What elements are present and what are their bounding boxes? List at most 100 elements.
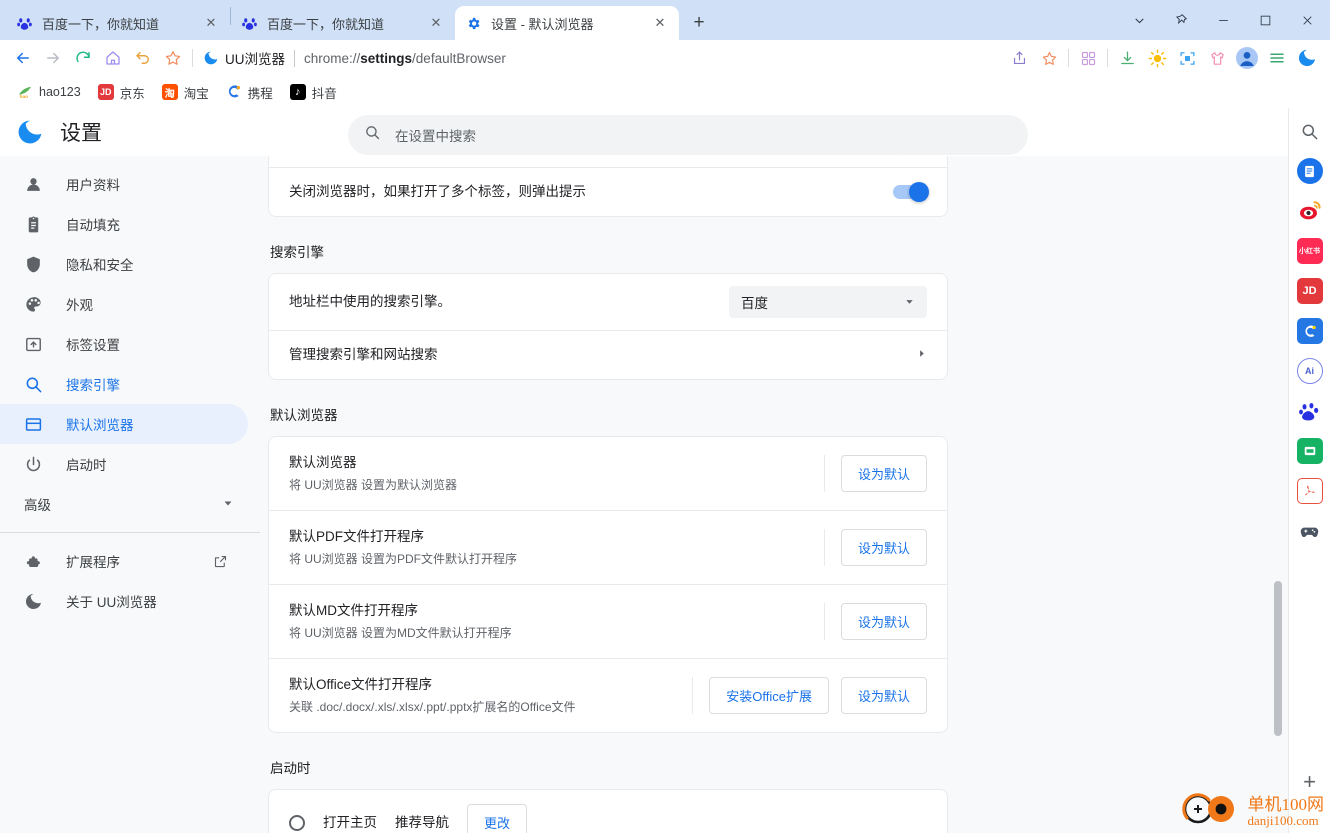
note-icon[interactable]: [1296, 438, 1323, 464]
main-menu-icon[interactable]: [1262, 43, 1292, 73]
xiaohongshu-icon[interactable]: 小红书: [1296, 238, 1323, 264]
pin-window-icon[interactable]: [1160, 0, 1202, 40]
sidebar-item-about[interactable]: 关于 UU浏览器: [0, 581, 248, 621]
sidebar-item-extensions[interactable]: 扩展程序: [0, 541, 248, 581]
setting-row-startup-homepage[interactable]: 打开主页 推荐导航 更改: [269, 790, 947, 833]
search-engine-select[interactable]: 百度: [729, 286, 927, 318]
browser-tab[interactable]: 百度一下，你就知道 ✕: [6, 6, 230, 40]
uu-browser-logo-icon[interactable]: [1292, 43, 1322, 73]
close-window-icon[interactable]: [1286, 0, 1328, 40]
sidebar-item-label: 自动填充: [66, 218, 120, 233]
row-actions: 设为默认: [823, 529, 927, 566]
row-text: 关闭最后一个标签的关闭浏览器: [289, 156, 893, 159]
open-external-icon[interactable]: [210, 554, 228, 569]
bookmark-item[interactable]: hao hao123: [10, 80, 88, 104]
minimize-window-icon[interactable]: [1202, 0, 1244, 40]
sidebar-item-default-browser[interactable]: 默认浏览器: [0, 404, 248, 444]
sidebar-item-profile[interactable]: 用户资料: [0, 164, 248, 204]
back-button[interactable]: [8, 43, 38, 73]
change-startup-button[interactable]: 更改: [467, 804, 528, 833]
bookmark-item[interactable]: JD 京东: [91, 79, 152, 106]
row-subtitle: 关联 .doc/.docx/.xls/.xlsx/.ppt/.pptx扩展名的O…: [289, 700, 576, 714]
maximize-window-icon[interactable]: [1244, 0, 1286, 40]
default-browser-card: 默认浏览器 将 UU浏览器 设置为默认浏览器 设为默认 默认PDF文件打开程序: [268, 436, 948, 733]
sidebar-item-label: 扩展程序: [66, 555, 120, 570]
add-rail-item-button[interactable]: +: [1303, 769, 1316, 795]
omnibox-divider: [294, 49, 295, 67]
address-bar[interactable]: UU浏览器 chrome://settings/defaultBrowser: [203, 43, 998, 73]
tab-close-icon[interactable]: ✕: [202, 14, 220, 32]
radio-button-open-homepage[interactable]: [289, 814, 305, 831]
settings-header: 设置 在设置中搜索: [0, 108, 1288, 156]
search-placeholder: 在设置中搜索: [395, 129, 476, 144]
setting-row-omnibox-engine[interactable]: 地址栏中使用的搜索引擎。 百度: [269, 274, 947, 330]
ai-icon[interactable]: Ai: [1296, 358, 1323, 384]
tab-close-icon[interactable]: ✕: [651, 14, 669, 32]
sidebar-item-privacy[interactable]: 隐私和安全: [0, 244, 248, 284]
reload-button[interactable]: [68, 43, 98, 73]
home-button[interactable]: [98, 43, 128, 73]
download-icon[interactable]: [1112, 43, 1142, 73]
profile-avatar-icon[interactable]: [1232, 43, 1262, 73]
jd-icon[interactable]: JD: [1296, 278, 1323, 304]
tab-close-icon[interactable]: ✕: [427, 14, 445, 32]
pdf-icon[interactable]: [1296, 478, 1323, 504]
setting-row-close-prompt[interactable]: 关闭浏览器时，如果打开了多个标签，则弹出提示: [269, 167, 947, 216]
theme-sun-icon[interactable]: [1142, 43, 1172, 73]
chevron-right-icon: [916, 348, 927, 362]
row-title: 地址栏中使用的搜索引擎。: [289, 294, 451, 309]
set-default-button[interactable]: 设为默认: [840, 455, 927, 492]
install-office-extension-button[interactable]: 安装Office扩展: [709, 677, 829, 714]
ctrip-icon[interactable]: [1296, 318, 1323, 344]
baidu-icon[interactable]: [1297, 398, 1323, 424]
bookmark-item[interactable]: 携程: [219, 79, 280, 106]
sidebar-item-autofill[interactable]: 自动填充: [0, 204, 248, 244]
browser-tab-active[interactable]: 设置 - 默认浏览器 ✕: [455, 6, 679, 40]
settings-page: 设置 在设置中搜索 用户资料 自动填充 隐私和安全 外观 标签设置 搜索引擎 默…: [0, 108, 1288, 833]
sidebar-item-tabs[interactable]: 标签设置: [0, 324, 248, 364]
weibo-icon[interactable]: [1297, 198, 1323, 224]
startup-card: 打开主页 推荐导航 更改: [268, 789, 948, 833]
set-default-button[interactable]: 设为默认: [840, 603, 927, 640]
tab-list-chevron-icon[interactable]: [1118, 0, 1160, 40]
set-default-button[interactable]: 设为默认: [840, 529, 927, 566]
right-sidebar-rail: 小红书 JD Ai +: [1288, 108, 1330, 833]
screenshot-icon[interactable]: [1172, 43, 1202, 73]
douyin-icon: ♪: [289, 84, 306, 100]
toggle-switch[interactable]: [893, 182, 929, 202]
new-tab-button[interactable]: +: [685, 9, 713, 37]
sidebar-advanced-toggle[interactable]: 高级: [0, 484, 260, 524]
forward-button[interactable]: [38, 43, 68, 73]
undo-button[interactable]: [128, 43, 158, 73]
tabs-settings-card: 关闭最后一个标签的关闭浏览器 关闭浏览器时，如果打开了多个标签，则弹出提示: [268, 156, 948, 217]
setting-row-default-pdf: 默认PDF文件打开程序 将 UU浏览器 设置为PDF文件默认打开程序 设为默认: [269, 510, 947, 584]
window-controls: [1118, 0, 1330, 40]
tab-title: 百度一下，你就知道: [267, 16, 385, 32]
settings-search-input[interactable]: 在设置中搜索: [348, 115, 1028, 155]
bookmark-star-button[interactable]: [158, 43, 188, 73]
skin-shirt-icon[interactable]: [1202, 43, 1232, 73]
row-title: 默认浏览器: [289, 455, 357, 470]
docs-icon[interactable]: [1296, 158, 1323, 184]
sidebar-item-startup[interactable]: 启动时: [0, 444, 248, 484]
sidebar-item-search-engine[interactable]: 搜索引擎: [0, 364, 248, 404]
set-default-button[interactable]: 设为默认: [840, 677, 927, 714]
content-scrollbar-thumb[interactable]: [1274, 581, 1282, 736]
hao123-icon: hao: [17, 84, 33, 100]
apps-grid-icon[interactable]: [1073, 43, 1103, 73]
favorite-star-icon[interactable]: [1034, 43, 1064, 73]
bookmarks-bar: hao hao123 JD 京东 淘 淘宝 携程 ♪ 抖音: [0, 76, 1330, 108]
bookmark-label: 携程: [247, 86, 273, 101]
shield-icon: [24, 255, 48, 274]
share-icon[interactable]: [1004, 43, 1034, 73]
search-icon: [24, 375, 48, 394]
bookmark-item[interactable]: 淘 淘宝: [155, 79, 216, 106]
setting-row-manage-engines[interactable]: 管理搜索引擎和网站搜索: [269, 330, 947, 379]
bookmark-item[interactable]: ♪ 抖音: [283, 79, 344, 106]
game-icon[interactable]: [1297, 518, 1323, 544]
search-icon[interactable]: [1297, 118, 1323, 144]
browser-window-icon: [24, 415, 48, 434]
setting-row-clipped[interactable]: 关闭最后一个标签的关闭浏览器: [269, 156, 947, 167]
browser-tab[interactable]: 百度一下，你就知道 ✕: [231, 6, 455, 40]
sidebar-item-appearance[interactable]: 外观: [0, 284, 248, 324]
